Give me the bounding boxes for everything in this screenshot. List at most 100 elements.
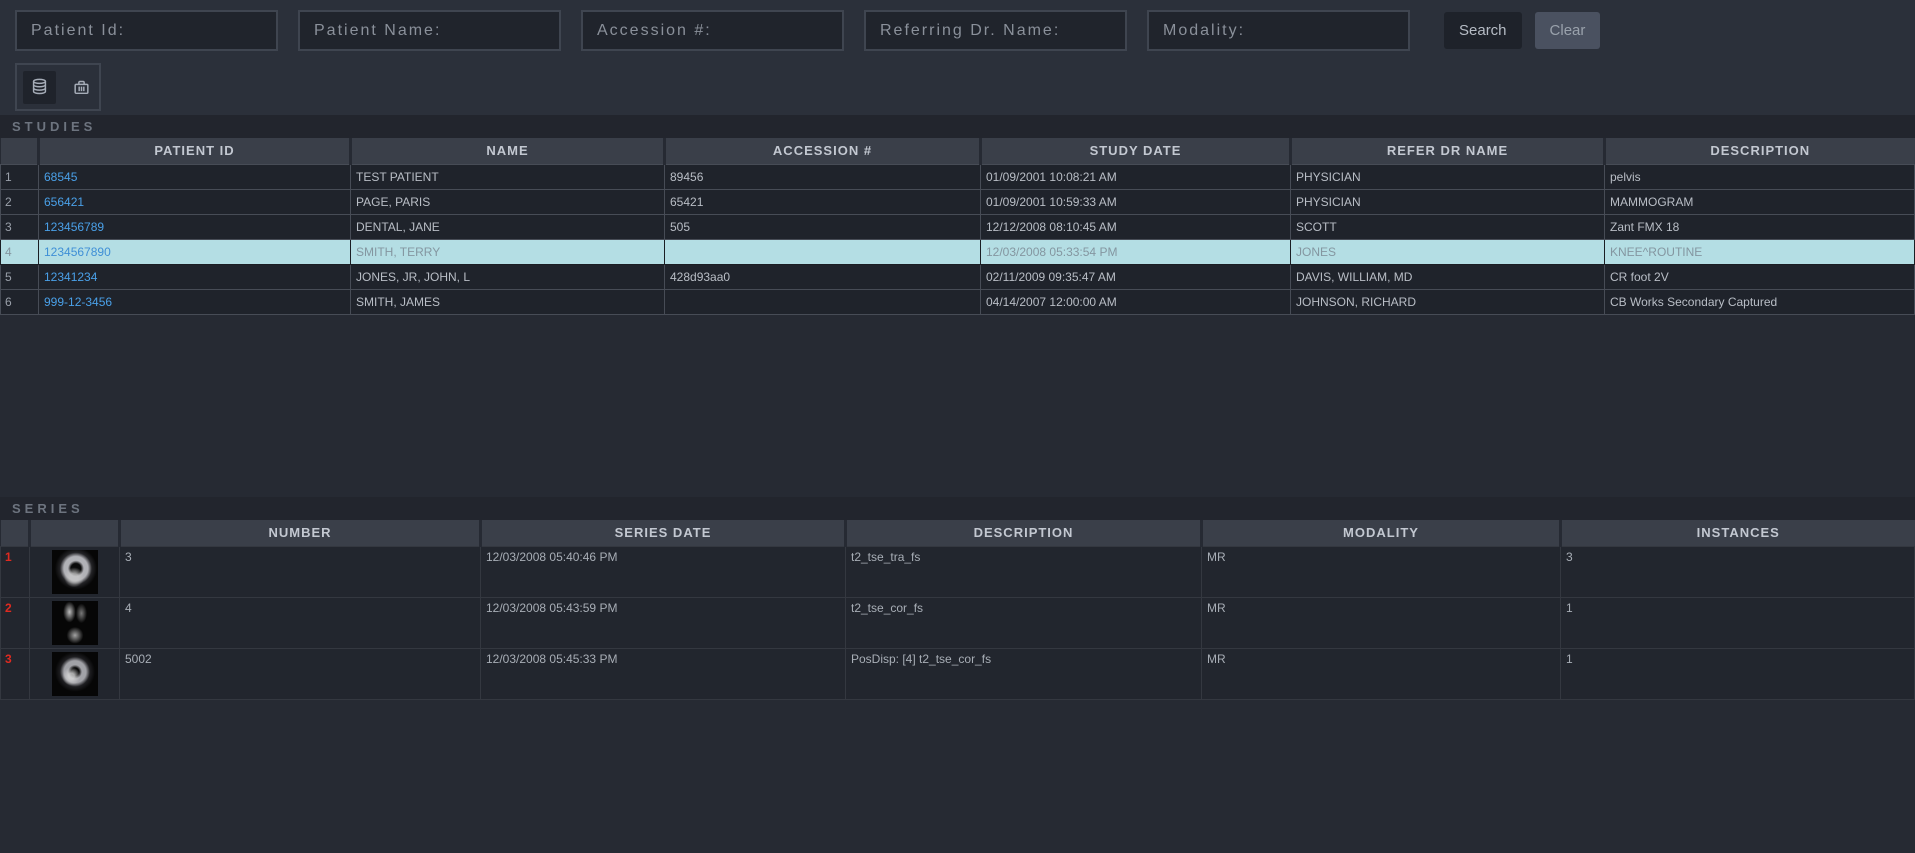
col-header-name[interactable]: NAME — [351, 138, 665, 164]
row-number: 5 — [1, 264, 39, 289]
series-panel: SERIES NUMBER SERIES DATE DESCRIPTION MO… — [0, 497, 1915, 853]
studies-row[interactable]: 5 12341234 JONES, JR, JOHN, L 428d93aa0 … — [1, 264, 1915, 289]
cell-number: 5002 — [120, 648, 481, 699]
cell-patient-id: 68545 — [39, 164, 351, 189]
col-header-patient-id[interactable]: PATIENT ID — [39, 138, 351, 164]
col-header-accession[interactable]: ACCESSION # — [665, 138, 981, 164]
patient-id-link[interactable]: 68545 — [44, 170, 77, 184]
cell-description: MAMMOGRAM — [1605, 189, 1915, 214]
col-header-description[interactable]: DESCRIPTION — [1605, 138, 1915, 164]
cd-archive-source-button[interactable] — [65, 71, 98, 104]
cell-description: PosDisp: [4] t2_tse_cor_fs — [846, 648, 1202, 699]
cell-instances: 3 — [1561, 546, 1915, 597]
studies-section-label: STUDIES — [12, 119, 96, 134]
cell-description: pelvis — [1605, 164, 1915, 189]
briefcase-archive-icon — [72, 78, 91, 97]
cell-description: t2_tse_cor_fs — [846, 597, 1202, 648]
series-row[interactable]: 2 4 12/03/2008 05:43:59 PM t2_tse_cor_fs… — [1, 597, 1915, 648]
cell-modality: MR — [1202, 546, 1561, 597]
cell-instances: 1 — [1561, 648, 1915, 699]
cell-accession — [665, 289, 981, 314]
col-header-number[interactable]: NUMBER — [120, 520, 481, 546]
cell-refer-dr: JONES — [1291, 239, 1605, 264]
accession-number-input[interactable] — [581, 10, 844, 51]
studies-section-band: STUDIES — [0, 115, 1915, 138]
col-header-instances[interactable]: INSTANCES — [1561, 520, 1915, 546]
patient-id-link[interactable]: 999-12-3456 — [44, 295, 112, 309]
series-row[interactable]: 3 5002 12/03/2008 05:45:33 PM PosDisp: [… — [1, 648, 1915, 699]
studies-row[interactable]: 6 999-12-3456 SMITH, JAMES 04/14/2007 12… — [1, 289, 1915, 314]
patient-id-link[interactable]: 656421 — [44, 195, 84, 209]
series-thumbnail[interactable] — [52, 601, 98, 645]
cell-study-date: 12/12/2008 08:10:45 AM — [981, 214, 1291, 239]
col-header-rownum — [1, 138, 39, 164]
cell-study-date: 01/09/2001 10:59:33 AM — [981, 189, 1291, 214]
cell-accession — [665, 239, 981, 264]
col-header-series-date[interactable]: SERIES DATE — [481, 520, 846, 546]
database-source-button[interactable] — [23, 71, 56, 104]
cell-description: CR foot 2V — [1605, 264, 1915, 289]
database-icon — [30, 78, 49, 97]
cell-refer-dr: PHYSICIAN — [1291, 164, 1605, 189]
studies-row[interactable]: 2 656421 PAGE, PARIS 65421 01/09/2001 10… — [1, 189, 1915, 214]
col-header-rownum — [1, 520, 30, 546]
cell-refer-dr: DAVIS, WILLIAM, MD — [1291, 264, 1605, 289]
cell-description: CB Works Secondary Captured — [1605, 289, 1915, 314]
referring-dr-name-input[interactable] — [864, 10, 1127, 51]
studies-row[interactable]: 1 68545 TEST PATIENT 89456 01/09/2001 10… — [1, 164, 1915, 189]
cell-description: Zant FMX 18 — [1605, 214, 1915, 239]
cell-number: 4 — [120, 597, 481, 648]
cell-name: PAGE, PARIS — [351, 189, 665, 214]
search-button[interactable]: Search — [1444, 12, 1522, 49]
cell-series-date: 12/03/2008 05:40:46 PM — [481, 546, 846, 597]
cell-study-date: 02/11/2009 09:35:47 AM — [981, 264, 1291, 289]
cell-refer-dr: PHYSICIAN — [1291, 189, 1605, 214]
cell-thumbnail — [30, 546, 120, 597]
query-source-toolbar — [15, 63, 101, 111]
modality-input[interactable] — [1147, 10, 1410, 51]
series-header-row: NUMBER SERIES DATE DESCRIPTION MODALITY … — [1, 520, 1915, 546]
patient-id-link[interactable]: 12341234 — [44, 270, 97, 284]
col-header-thumbnail — [30, 520, 120, 546]
patient-id-input[interactable] — [15, 10, 278, 51]
cell-name: TEST PATIENT — [351, 164, 665, 189]
studies-header-row: PATIENT ID NAME ACCESSION # STUDY DATE R… — [1, 138, 1915, 164]
cell-study-date: 04/14/2007 12:00:00 AM — [981, 289, 1291, 314]
cell-accession: 65421 — [665, 189, 981, 214]
cell-name: SMITH, TERRY — [351, 239, 665, 264]
cell-name: JONES, JR, JOHN, L — [351, 264, 665, 289]
clear-button[interactable]: Clear — [1535, 12, 1601, 49]
cell-study-date: 01/09/2001 10:08:21 AM — [981, 164, 1291, 189]
col-header-refer-dr[interactable]: REFER DR NAME — [1291, 138, 1605, 164]
cell-modality: MR — [1202, 597, 1561, 648]
cell-accession: 505 — [665, 214, 981, 239]
cell-patient-id: 999-12-3456 — [39, 289, 351, 314]
patient-id-link[interactable]: 123456789 — [44, 220, 104, 234]
series-section-band: SERIES — [0, 497, 1915, 520]
cell-refer-dr: SCOTT — [1291, 214, 1605, 239]
studies-table: PATIENT ID NAME ACCESSION # STUDY DATE R… — [0, 138, 1915, 315]
studies-row-selected[interactable]: 4 1234567890 SMITH, TERRY 12/03/2008 05:… — [1, 239, 1915, 264]
patient-id-link[interactable]: 1234567890 — [44, 245, 111, 259]
patient-name-input[interactable] — [298, 10, 561, 51]
cell-name: DENTAL, JANE — [351, 214, 665, 239]
series-table: NUMBER SERIES DATE DESCRIPTION MODALITY … — [0, 520, 1915, 700]
cell-description: t2_tse_tra_fs — [846, 546, 1202, 597]
cell-series-date: 12/03/2008 05:45:33 PM — [481, 648, 846, 699]
studies-row[interactable]: 3 123456789 DENTAL, JANE 505 12/12/2008 … — [1, 214, 1915, 239]
cell-refer-dr: JOHNSON, RICHARD — [1291, 289, 1605, 314]
studies-panel: STUDIES PATIENT ID NAME ACCESSION # STUD… — [0, 115, 1915, 497]
series-thumbnail[interactable] — [52, 652, 98, 696]
series-row-number: 2 — [1, 597, 30, 648]
cell-instances: 1 — [1561, 597, 1915, 648]
col-header-modality[interactable]: MODALITY — [1202, 520, 1561, 546]
col-header-study-date[interactable]: STUDY DATE — [981, 138, 1291, 164]
cell-thumbnail — [30, 597, 120, 648]
col-header-description[interactable]: DESCRIPTION — [846, 520, 1202, 546]
series-row-number: 3 — [1, 648, 30, 699]
series-row[interactable]: 1 3 12/03/2008 05:40:46 PM t2_tse_tra_fs… — [1, 546, 1915, 597]
cell-patient-id: 1234567890 — [39, 239, 351, 264]
cell-number: 3 — [120, 546, 481, 597]
series-thumbnail[interactable] — [52, 550, 98, 594]
series-row-number: 1 — [1, 546, 30, 597]
